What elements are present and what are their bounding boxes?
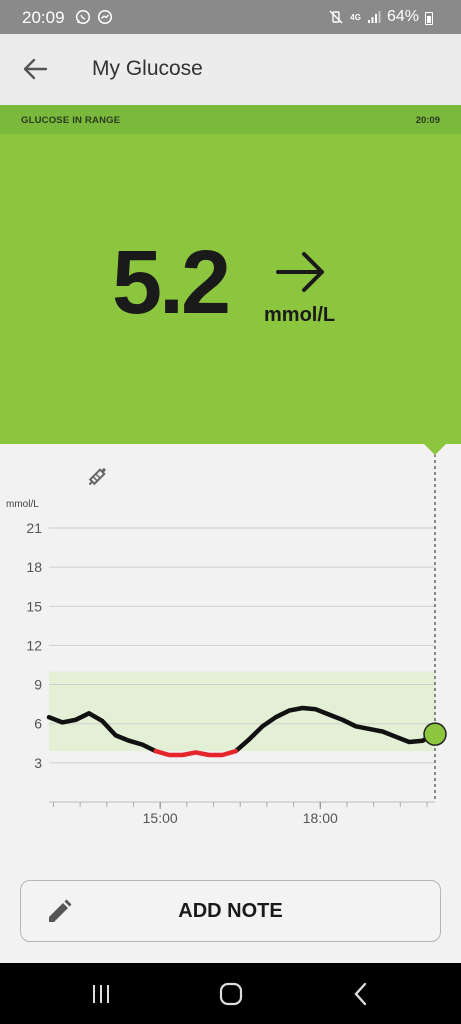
y-tick-label: 12 xyxy=(26,637,42,653)
page-title: My Glucose xyxy=(92,57,203,80)
y-tick-label: 3 xyxy=(34,755,42,771)
add-note-label: ADD NOTE xyxy=(178,900,283,922)
x-tick-label: 18:00 xyxy=(303,810,338,826)
recent-apps-button[interactable] xyxy=(86,981,116,1007)
vibrate-mute-icon xyxy=(329,10,343,24)
messenger-icon xyxy=(97,9,113,25)
reading-time: 20:09 xyxy=(415,115,440,126)
status-bar: 20:09 4G 64% xyxy=(0,0,461,34)
home-button[interactable] xyxy=(216,981,246,1007)
home-icon xyxy=(219,982,243,1006)
current-reading-point xyxy=(423,722,447,746)
insulin-pen-icon xyxy=(88,467,107,486)
recent-apps-icon xyxy=(93,985,109,1003)
x-tick-label: 15:00 xyxy=(143,810,178,826)
status-right: 4G 64% xyxy=(328,8,433,26)
back-icon xyxy=(354,982,367,1006)
app-bar: My Glucose xyxy=(0,34,461,105)
network-type: 4G xyxy=(350,12,361,22)
y-tick-label: 18 xyxy=(26,559,42,575)
glucose-value: 5.2 xyxy=(112,233,231,333)
y-axis-unit-label: mmol/L xyxy=(6,499,39,510)
target-range-band xyxy=(49,671,435,752)
range-status-label: GLUCOSE IN RANGE xyxy=(21,115,121,126)
signal-icon xyxy=(367,11,381,23)
glucose-history-chart: 3 6 9 12 15 18 21 mmol/L 15:00 18:00 xyxy=(6,444,447,826)
back-button[interactable] xyxy=(16,52,54,86)
arrow-left-icon xyxy=(23,58,48,80)
add-note-button[interactable]: ADD NOTE xyxy=(20,880,441,942)
current-time-pointer xyxy=(424,444,446,455)
status-time: 20:09 xyxy=(22,8,65,27)
trend-arrow-right-icon xyxy=(276,252,324,292)
glucose-unit: mmol/L xyxy=(264,304,336,326)
glucose-low-segment xyxy=(153,748,239,758)
whatsapp-icon xyxy=(75,9,91,25)
y-tick-label: 9 xyxy=(34,677,42,693)
system-nav-bar xyxy=(0,963,461,1024)
system-back-button[interactable] xyxy=(346,981,376,1007)
range-status-strip: GLUCOSE IN RANGE 20:09 xyxy=(0,105,461,134)
y-tick-label: 6 xyxy=(34,716,42,732)
notification-icons xyxy=(75,9,113,25)
y-tick-label: 21 xyxy=(26,520,42,536)
battery-percent: 64% xyxy=(386,8,419,25)
glucose-reading-panel: 5.2 mmol/L xyxy=(0,134,461,444)
y-tick-label: 15 xyxy=(26,598,42,614)
battery-icon xyxy=(425,12,433,25)
